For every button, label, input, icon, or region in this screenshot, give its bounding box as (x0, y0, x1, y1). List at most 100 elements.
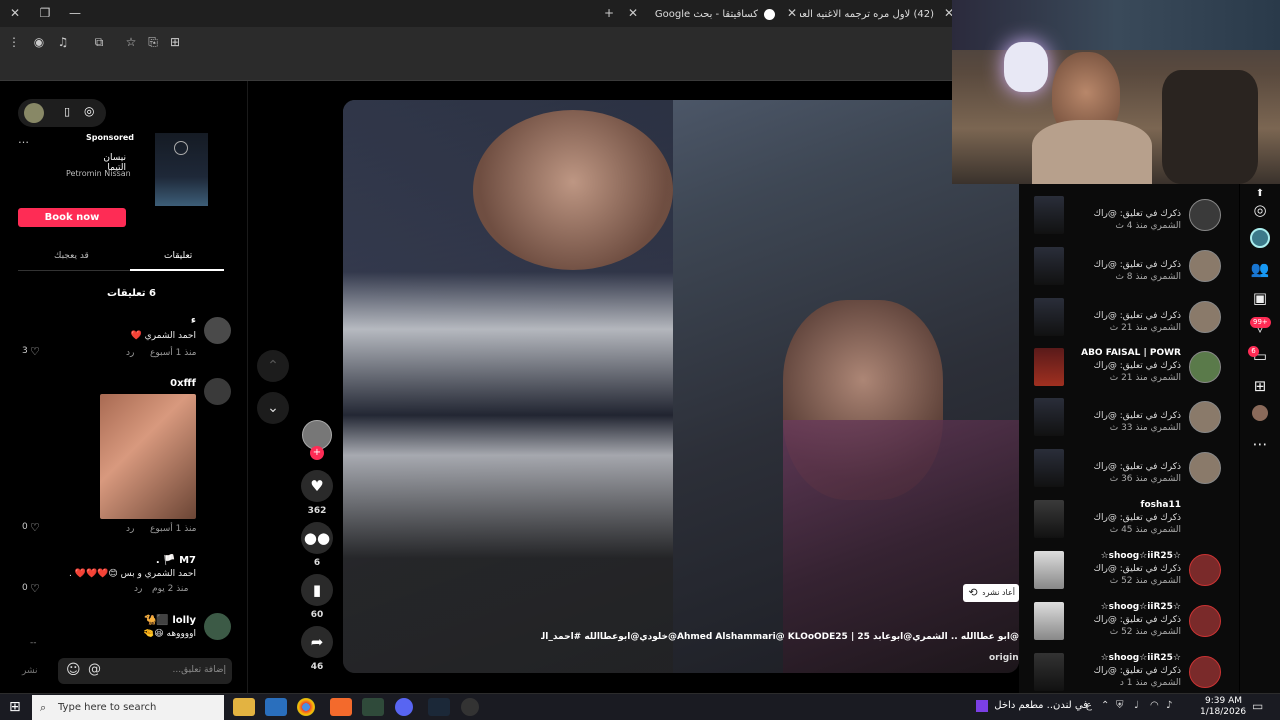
heart-icon[interactable]: ♡ (30, 521, 40, 534)
reply-link[interactable]: رد (126, 524, 134, 534)
app-icon[interactable] (362, 698, 384, 716)
microphone-icon[interactable]: ♩ (1134, 700, 1139, 711)
notification-item[interactable]: ABO FAISAL | POWR ذكرك في تعليق: @راك ال… (1019, 342, 1239, 392)
explore-icon[interactable]: ◎ (1248, 198, 1272, 222)
notification-item[interactable]: ذكرك في تعليق: @راك الشمري منذ 8 ث (1019, 241, 1239, 291)
following-icon[interactable]: 👥 (1248, 257, 1272, 281)
tab-youtube[interactable]: (42) لاول مره ترجمه الاغنيه العسـ (800, 3, 940, 25)
avatar[interactable] (1189, 656, 1221, 688)
wifi-icon[interactable]: ◠ (1150, 700, 1159, 711)
notification-thumbnail (1034, 247, 1064, 285)
add-icon[interactable]: ⊞ (1248, 374, 1272, 398)
post-button[interactable]: نشر (22, 666, 38, 676)
book-now-button[interactable]: Book now (18, 208, 126, 227)
file-explorer-icon[interactable] (233, 698, 255, 716)
notification-item[interactable]: ☆shoog☆iiR25☆ ذكرك في تعليق: @راك الشمري… (1019, 647, 1239, 697)
minimize-icon[interactable]: — (66, 4, 84, 22)
avatar[interactable] (1189, 250, 1221, 282)
share-button[interactable]: ➦ (301, 626, 333, 658)
comment-image[interactable] (100, 394, 196, 519)
notification-item[interactable]: ذكرك في تعليق: @راك الشمري منذ 4 ث (1019, 190, 1239, 240)
tab-close-icon[interactable]: ✕ (624, 4, 642, 22)
more-icon[interactable]: … (18, 133, 29, 146)
notification-center-icon[interactable]: ▭ (1252, 699, 1263, 713)
comment-button[interactable]: ●● (301, 522, 333, 554)
like-button[interactable]: ♥ (301, 470, 333, 502)
media-title[interactable]: في لندن.. مطعم داخل... (994, 700, 1088, 711)
clock-date[interactable]: 1/18/2026 (1200, 707, 1246, 717)
mention-icon[interactable]: @ (88, 662, 101, 677)
avatar[interactable] (204, 378, 231, 405)
heart-icon[interactable]: ♡ (30, 582, 40, 595)
compass-icon[interactable]: ◎ (84, 104, 94, 118)
save-button[interactable]: ▮ (301, 574, 333, 606)
comment-author[interactable]: ء (150, 315, 196, 326)
screenshot-icon[interactable]: ⎘ (144, 33, 162, 51)
comment-author[interactable]: 0xfff (150, 378, 196, 389)
avatar[interactable] (1189, 605, 1221, 637)
follow-icon[interactable]: + (310, 446, 324, 460)
video-caption[interactable]: @ابو عطاالله .. الشمري@ابوعابد Ahmed Als… (541, 632, 1019, 642)
avatar[interactable] (1189, 199, 1221, 231)
ad-thumbnail[interactable] (155, 133, 208, 206)
original-sound[interactable]: original (989, 653, 1019, 663)
language-indicator[interactable]: ع (1086, 700, 1092, 711)
notification-item[interactable]: ☆shoog☆iiR25☆ ذكرك في تعليق: @راك الشمري… (1019, 596, 1239, 646)
close-icon[interactable]: ✕ (6, 4, 24, 22)
discord-icon[interactable] (395, 698, 413, 716)
windows-start-icon[interactable]: ⊞ (9, 699, 21, 715)
avatar[interactable] (1189, 452, 1221, 484)
emoji-icon[interactable]: ☺ (66, 662, 81, 678)
previous-video-button[interactable]: ⌃ (257, 350, 289, 382)
menu-icon[interactable]: ⋮ (5, 33, 23, 51)
video-player[interactable]: أعاد نشره ⟲ @ابو عطاالله .. الشمري@ابوعا… (343, 100, 1019, 673)
notification-item[interactable]: fosha11 ذكرك في تعليق: @راك الشمري منذ 4… (1019, 494, 1239, 544)
notification-item[interactable]: ذكرك في تعليق: @راك الشمري منذ 21 ث (1019, 292, 1239, 342)
heart-icon[interactable]: ♡ (30, 345, 40, 358)
avatar[interactable] (1189, 301, 1221, 333)
live-icon[interactable]: ▣ (1248, 286, 1272, 310)
clock-time[interactable]: 9:39 AM (1205, 696, 1242, 706)
volume-icon[interactable]: ♪ (1166, 700, 1172, 711)
avatar[interactable] (1189, 401, 1221, 433)
avatar[interactable] (204, 613, 231, 640)
chrome-icon[interactable] (297, 698, 315, 716)
reply-link[interactable]: رد (134, 584, 142, 594)
comment-author[interactable]: lolly ⬛🐪 (140, 615, 196, 626)
bookmark-star-icon[interactable]: ☆ (122, 33, 140, 51)
notification-item[interactable]: ذكرك في تعليق: @راك الشمري منذ 36 ث (1019, 443, 1239, 493)
avatar[interactable] (1189, 554, 1221, 586)
comment-author[interactable]: M7 🏳️ . (150, 555, 196, 566)
avatar[interactable] (1248, 404, 1272, 428)
translate-icon[interactable]: ⊞ (166, 33, 184, 51)
tab-comments[interactable]: تعليقات (164, 251, 192, 261)
store-icon[interactable] (265, 698, 287, 716)
security-icon[interactable]: ⛨ (1116, 700, 1124, 711)
tab-google-search[interactable]: كسافيتقا - بحث Google (650, 3, 775, 25)
new-tab-icon[interactable]: + (600, 4, 618, 22)
notification-item[interactable]: ذكرك في تعليق: @راك الشمري منذ 33 ث (1019, 392, 1239, 442)
chevron-up-icon[interactable]: ⌃ (1101, 700, 1109, 711)
comment-input[interactable]: ☺ @ إضافة تعليق... (58, 658, 232, 684)
notification-item[interactable]: ☆shoog☆iiR25☆ ذكرك في تعليق: @راك الشمري… (1019, 545, 1239, 595)
reply-link[interactable]: رد (126, 348, 134, 358)
profile-icon[interactable]: ◉ (30, 33, 48, 51)
avatar[interactable] (24, 103, 44, 123)
avatar[interactable] (1189, 351, 1221, 383)
tab-you-may-like[interactable]: قد يعجبك (54, 251, 89, 261)
next-video-button[interactable]: ⌄ (257, 392, 289, 424)
steam-icon[interactable] (428, 698, 450, 716)
media-app-icon[interactable] (976, 700, 988, 712)
extensions-icon[interactable]: ⧉ (90, 33, 108, 51)
account-pill[interactable]: ▯ ◎ (18, 99, 106, 127)
taskbar-search[interactable]: ⌕ Type here to search (32, 695, 224, 720)
brave-icon[interactable] (330, 698, 352, 716)
phone-icon[interactable]: ▯ (64, 105, 70, 118)
avatar[interactable] (204, 317, 231, 344)
profile-avatar[interactable] (1248, 228, 1272, 252)
tab-close-icon[interactable]: ✕ (783, 4, 801, 22)
restore-icon[interactable]: ❐ (36, 4, 54, 22)
media-icon[interactable]: ♫ (54, 33, 72, 51)
obs-icon[interactable] (461, 698, 479, 716)
more-icon[interactable]: ⋯ (1248, 432, 1272, 456)
